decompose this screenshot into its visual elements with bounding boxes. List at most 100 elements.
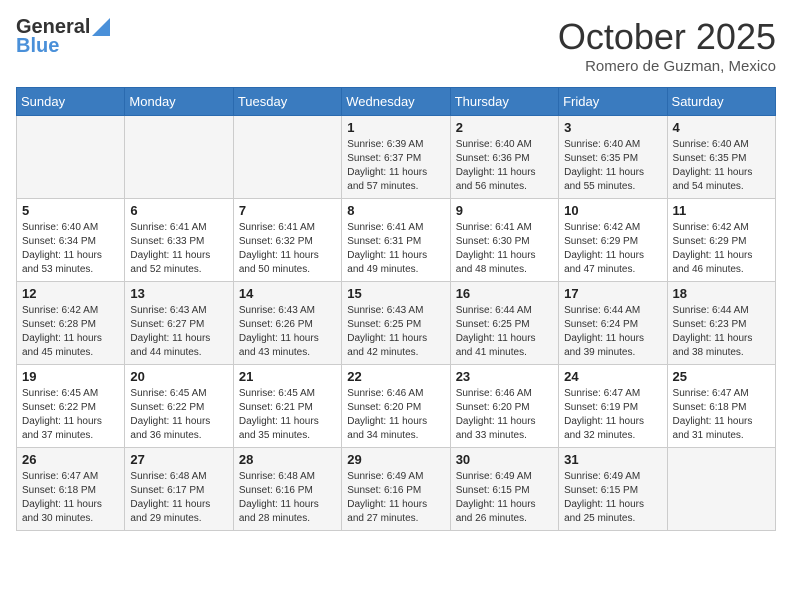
day-info: Sunrise: 6:49 AM Sunset: 6:15 PM Dayligh… [564, 470, 661, 526]
day-info: Sunrise: 6:48 AM Sunset: 6:17 PM Dayligh… [130, 470, 227, 526]
day-number: 3 [564, 120, 661, 135]
calendar-cell: 6 Sunrise: 6:41 AM Sunset: 6:33 PM Daylig… [125, 199, 233, 282]
calendar-cell: 12 Sunrise: 6:42 AM Sunset: 6:28 PM Dayli… [17, 282, 125, 365]
calendar-cell: 28Sunrise: 6:48 AM Sunset: 6:16 PM Dayli… [233, 448, 341, 531]
calendar-cell: 2Sunrise: 6:40 AM Sunset: 6:36 PM Daylig… [450, 116, 558, 199]
day-info: Sunrise: 6:42 AM Sunset: 6:28 PM Dayligh… [22, 304, 119, 360]
col-header-wednesday: Wednesday [342, 88, 450, 116]
day-number: 17 [564, 286, 661, 301]
day-info: Sunrise: 6:45 AM Sunset: 6:22 PM Dayligh… [130, 387, 227, 443]
day-info: Sunrise: 6:39 AM Sunset: 6:37 PM Dayligh… [347, 138, 444, 194]
day-info: Sunrise: 6:47 AM Sunset: 6:18 PM Dayligh… [673, 387, 770, 443]
day-number: 18 [673, 286, 770, 301]
day-number: 26 [22, 452, 119, 467]
calendar-table: SundayMondayTuesdayWednesdayThursdayFrid… [16, 87, 776, 531]
calendar-cell [17, 116, 125, 199]
logo: General Blue [16, 16, 110, 58]
calendar-cell: 10 Sunrise: 6:42 AM Sunset: 6:29 PM Dayli… [559, 199, 667, 282]
calendar-cell: 25Sunrise: 6:47 AM Sunset: 6:18 PM Dayli… [667, 365, 775, 448]
calendar-week-3: 12 Sunrise: 6:42 AM Sunset: 6:28 PM Dayli… [17, 282, 776, 365]
col-header-friday: Friday [559, 88, 667, 116]
day-number: 10 [564, 203, 661, 218]
col-header-sunday: Sunday [17, 88, 125, 116]
day-number: 12 [22, 286, 119, 301]
calendar-cell: 26 Sunrise: 6:47 AM Sunset: 6:18 PM Dayli… [17, 448, 125, 531]
day-info: Sunrise: 6:41 AM Sunset: 6:32 PM Dayligh… [239, 221, 336, 277]
day-info: Sunrise: 6:46 AM Sunset: 6:20 PM Dayligh… [347, 387, 444, 443]
day-info: Sunrise: 6:45 AM Sunset: 6:22 PM Dayligh… [22, 387, 119, 443]
calendar-cell: 30Sunrise: 6:49 AM Sunset: 6:15 PM Dayli… [450, 448, 558, 531]
day-number: 21 [239, 369, 336, 384]
calendar-cell: 20 Sunrise: 6:45 AM Sunset: 6:22 PM Dayli… [125, 365, 233, 448]
calendar-cell [125, 116, 233, 199]
day-info: Sunrise: 6:43 AM Sunset: 6:25 PM Dayligh… [347, 304, 444, 360]
day-number: 8 [347, 203, 444, 218]
calendar-cell: 14 Sunrise: 6:43 AM Sunset: 6:26 PM Dayli… [233, 282, 341, 365]
calendar-cell: 11 Sunrise: 6:42 AM Sunset: 6:29 PM Dayli… [667, 199, 775, 282]
day-info: Sunrise: 6:44 AM Sunset: 6:24 PM Dayligh… [564, 304, 661, 360]
day-number: 11 [673, 203, 770, 218]
day-number: 9 [456, 203, 553, 218]
calendar-cell: 24 Sunrise: 6:47 AM Sunset: 6:19 PM Dayli… [559, 365, 667, 448]
col-header-saturday: Saturday [667, 88, 775, 116]
page-header: General Blue October 2025 Romero de Guzm… [16, 16, 776, 75]
day-number: 14 [239, 286, 336, 301]
calendar-week-2: 5Sunrise: 6:40 AM Sunset: 6:34 PM Daylig… [17, 199, 776, 282]
calendar-cell: 18Sunrise: 6:44 AM Sunset: 6:23 PM Dayli… [667, 282, 775, 365]
day-info: Sunrise: 6:43 AM Sunset: 6:26 PM Dayligh… [239, 304, 336, 360]
day-info: Sunrise: 6:42 AM Sunset: 6:29 PM Dayligh… [564, 221, 661, 277]
col-header-tuesday: Tuesday [233, 88, 341, 116]
calendar-cell: 17 Sunrise: 6:44 AM Sunset: 6:24 PM Dayli… [559, 282, 667, 365]
title-block: October 2025 Romero de Guzman, Mexico [558, 16, 776, 75]
day-info: Sunrise: 6:41 AM Sunset: 6:33 PM Dayligh… [130, 221, 227, 277]
calendar-cell: 22 Sunrise: 6:46 AM Sunset: 6:20 PM Dayli… [342, 365, 450, 448]
calendar-cell: 27 Sunrise: 6:48 AM Sunset: 6:17 PM Dayli… [125, 448, 233, 531]
day-number: 6 [130, 203, 227, 218]
day-info: Sunrise: 6:43 AM Sunset: 6:27 PM Dayligh… [130, 304, 227, 360]
calendar-week-5: 26 Sunrise: 6:47 AM Sunset: 6:18 PM Dayli… [17, 448, 776, 531]
day-number: 16 [456, 286, 553, 301]
day-info: Sunrise: 6:44 AM Sunset: 6:25 PM Dayligh… [456, 304, 553, 360]
calendar-cell: 29Sunrise: 6:49 AM Sunset: 6:16 PM Dayli… [342, 448, 450, 531]
day-info: Sunrise: 6:47 AM Sunset: 6:18 PM Dayligh… [22, 470, 119, 526]
day-number: 19 [22, 369, 119, 384]
calendar-cell: 15 Sunrise: 6:43 AM Sunset: 6:25 PM Dayli… [342, 282, 450, 365]
day-info: Sunrise: 6:42 AM Sunset: 6:29 PM Dayligh… [673, 221, 770, 277]
calendar-cell: 13 Sunrise: 6:43 AM Sunset: 6:27 PM Dayli… [125, 282, 233, 365]
day-number: 23 [456, 369, 553, 384]
day-number: 13 [130, 286, 227, 301]
calendar-cell: 7 Sunrise: 6:41 AM Sunset: 6:32 PM Daylig… [233, 199, 341, 282]
col-header-thursday: Thursday [450, 88, 558, 116]
day-number: 2 [456, 120, 553, 135]
day-number: 24 [564, 369, 661, 384]
day-info: Sunrise: 6:49 AM Sunset: 6:16 PM Dayligh… [347, 470, 444, 526]
calendar-cell [233, 116, 341, 199]
day-number: 15 [347, 286, 444, 301]
calendar-cell: 31Sunrise: 6:49 AM Sunset: 6:15 PM Dayli… [559, 448, 667, 531]
day-info: Sunrise: 6:47 AM Sunset: 6:19 PM Dayligh… [564, 387, 661, 443]
calendar-cell: 19 Sunrise: 6:45 AM Sunset: 6:22 PM Dayli… [17, 365, 125, 448]
day-info: Sunrise: 6:40 AM Sunset: 6:35 PM Dayligh… [673, 138, 770, 194]
day-info: Sunrise: 6:49 AM Sunset: 6:15 PM Dayligh… [456, 470, 553, 526]
day-number: 27 [130, 452, 227, 467]
calendar-cell: 3Sunrise: 6:40 AM Sunset: 6:35 PM Daylig… [559, 116, 667, 199]
calendar-cell: 5Sunrise: 6:40 AM Sunset: 6:34 PM Daylig… [17, 199, 125, 282]
col-header-monday: Monday [125, 88, 233, 116]
calendar-cell: 16 Sunrise: 6:44 AM Sunset: 6:25 PM Dayli… [450, 282, 558, 365]
calendar-cell: 23 Sunrise: 6:46 AM Sunset: 6:20 PM Dayli… [450, 365, 558, 448]
location-title: Romero de Guzman, Mexico [558, 58, 776, 75]
calendar-cell [667, 448, 775, 531]
day-info: Sunrise: 6:41 AM Sunset: 6:30 PM Dayligh… [456, 221, 553, 277]
calendar-cell: 9 Sunrise: 6:41 AM Sunset: 6:30 PM Daylig… [450, 199, 558, 282]
day-number: 22 [347, 369, 444, 384]
calendar-week-4: 19 Sunrise: 6:45 AM Sunset: 6:22 PM Dayli… [17, 365, 776, 448]
calendar-week-1: 1Sunrise: 6:39 AM Sunset: 6:37 PM Daylig… [17, 116, 776, 199]
calendar-cell: 1Sunrise: 6:39 AM Sunset: 6:37 PM Daylig… [342, 116, 450, 199]
calendar-header-row: SundayMondayTuesdayWednesdayThursdayFrid… [17, 88, 776, 116]
day-number: 20 [130, 369, 227, 384]
logo-triangle-icon [92, 18, 110, 36]
day-info: Sunrise: 6:46 AM Sunset: 6:20 PM Dayligh… [456, 387, 553, 443]
day-info: Sunrise: 6:48 AM Sunset: 6:16 PM Dayligh… [239, 470, 336, 526]
day-number: 7 [239, 203, 336, 218]
day-number: 4 [673, 120, 770, 135]
